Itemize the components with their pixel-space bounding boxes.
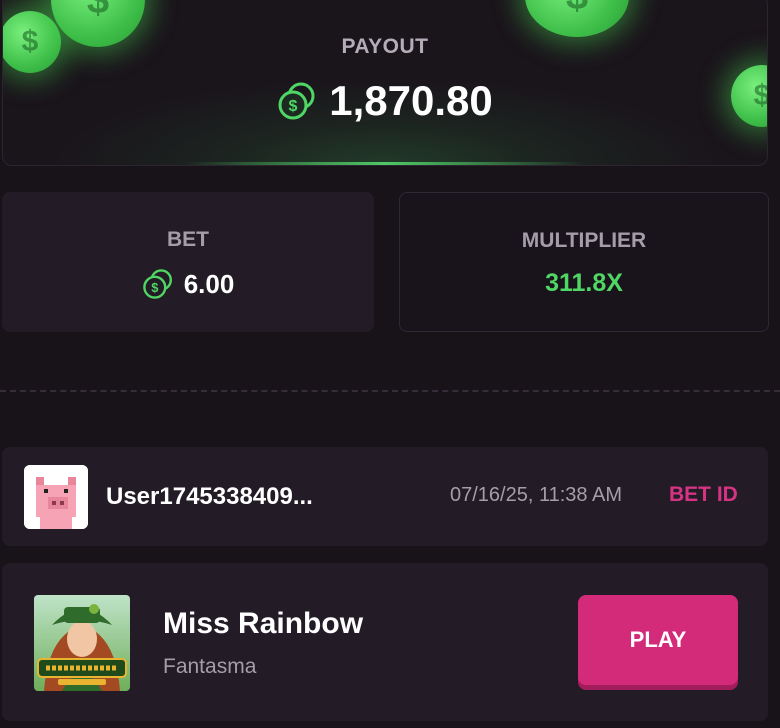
bet-id-link[interactable]: BET ID (669, 483, 738, 507)
bet-label: BET (167, 228, 209, 251)
coin-icon: $ (142, 269, 172, 299)
multiplier-card: MULTIPLIER 311.8X (399, 192, 769, 332)
glow-line (183, 162, 587, 165)
coin-icon: $ (278, 82, 315, 120)
bet-timestamp: 07/16/25, 11:38 AM (450, 484, 622, 506)
svg-text:$: $ (289, 98, 298, 115)
payout-amount: $ 1,870.80 (3, 77, 767, 125)
pig-avatar-icon[interactable] (24, 465, 88, 529)
payout-card: $ $ $ $ PAYOUT $ 1,870.80 (2, 0, 768, 166)
game-thumbnail[interactable] (34, 595, 130, 691)
multiplier-value-row: 311.8X (400, 269, 768, 298)
bet-card: BET $ 6.00 (2, 192, 374, 332)
dashed-divider (0, 390, 780, 392)
bet-info-row: User1745338409... 07/16/25, 11:38 AM BET… (2, 447, 768, 546)
multiplier-value: 311.8X (545, 269, 623, 297)
payout-label: PAYOUT (341, 35, 429, 58)
game-title[interactable]: Miss Rainbow (163, 607, 363, 641)
game-row: Miss Rainbow Fantasma PLAY (2, 563, 768, 721)
svg-text:$: $ (151, 280, 158, 295)
bet-amount: $ 6.00 (2, 268, 374, 300)
floating-coin-icon: $ (525, 0, 629, 37)
payout-value: 1,870.80 (329, 77, 493, 124)
username[interactable]: User1745338409... (106, 483, 313, 511)
bet-value: 6.00 (183, 268, 235, 299)
game-provider: Fantasma (163, 655, 257, 678)
multiplier-label: MULTIPLIER (521, 229, 647, 252)
play-button[interactable]: PLAY (578, 595, 738, 685)
